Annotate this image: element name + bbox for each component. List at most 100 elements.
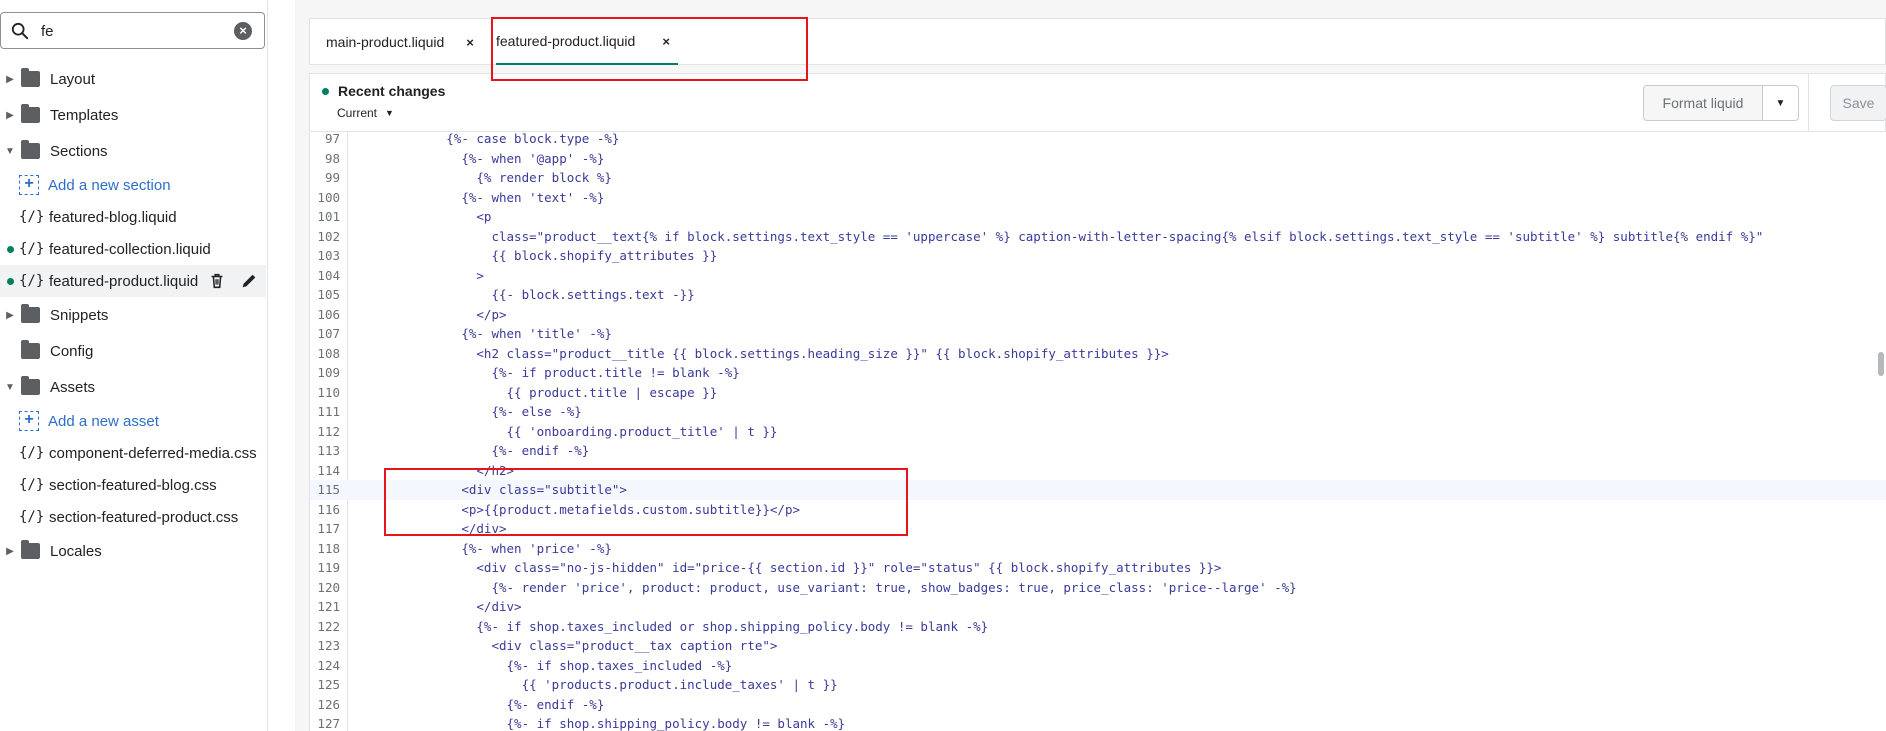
code-line[interactable]: 110 {{ product.title | escape }} [310,383,1886,403]
code-line[interactable]: 104 > [310,266,1886,286]
code-editor[interactable]: 97 {%- case block.type -%} 98 {%- when '@… [309,131,1886,731]
code-line[interactable]: 125 {{ 'products.product.include_taxes' … [310,675,1886,695]
search-field[interactable]: × [0,12,265,49]
code-line[interactable]: 99 {% render block %} [310,168,1886,188]
file-item[interactable]: {/} featured-collection.liquid [0,233,266,265]
folder-label: Templates [50,106,119,124]
code-text: {% render block %} [356,170,612,185]
folder-snippets[interactable]: ▶ Snippets [0,299,266,331]
code-line[interactable]: 120 {%- render 'price', product: product… [310,578,1886,598]
code-line[interactable]: 124 {%- if shop.taxes_included -%} [310,656,1886,676]
code-line[interactable]: 114 </h2> [310,461,1886,481]
line-number: 107 [317,326,340,341]
line-number: 112 [317,423,340,439]
add-file-icon: + [19,411,39,431]
folder-sections[interactable]: ▼ Sections [0,135,266,167]
file-label: featured-blog.liquid [49,208,177,226]
code-text: {%- if shop.taxes_included -%} [356,657,733,673]
code-line[interactable]: 112 {{ 'onboarding.product_title' | t }} [310,422,1886,442]
code-line[interactable]: 101 <p [310,207,1886,227]
code-line[interactable]: 100 {%- when 'text' -%} [310,188,1886,208]
editor-header: Recent changes Current ▼ Format liquid ▼… [309,73,1886,132]
status-dot [322,87,329,95]
line-number: 126 [317,696,340,712]
file-item[interactable]: {/} featured-blog.liquid [0,201,266,233]
line-number: 104 [317,267,340,283]
code-line[interactable]: 102 class="product__text{% if block.sett… [310,227,1886,247]
code-line[interactable]: 123 <div class="product__tax caption rte… [310,636,1886,656]
line-number: 125 [317,677,340,692]
close-icon[interactable]: × [466,35,474,50]
code-line[interactable]: 98 {%- when '@app' -%} [310,149,1886,169]
code-line[interactable]: 105 {{- block.settings.text -}} [310,285,1886,305]
line-number: 97 [324,131,340,146]
code-line[interactable]: 121 </div> [310,597,1886,617]
code-line[interactable]: 116 <p>{{product.metafields.custom.subti… [310,500,1886,520]
code-line[interactable]: 127 {%- if shop.shipping_policy.body != … [310,714,1886,731]
file-item-active[interactable]: {/} featured-product.liquid [0,265,266,297]
clear-search-icon[interactable]: × [234,22,252,40]
code-line[interactable]: 113 {%- endif -%} [310,441,1886,461]
file-label: featured-product.liquid [49,272,199,290]
code-line[interactable]: 111 {%- else -%} [310,402,1886,422]
line-number: 106 [317,306,340,322]
file-item[interactable]: {/} component-deferred-media.css [0,437,266,469]
tab-featured-product[interactable]: featured-product.liquid × [496,19,678,65]
chevron-right-icon: ▶ [6,309,14,321]
chevron-down-icon: ▼ [5,381,15,393]
version-select[interactable]: Current ▼ [337,106,394,120]
folder-label: Locales [50,542,102,560]
scrollbar-thumb[interactable] [1878,352,1884,376]
folder-config[interactable]: Config [0,335,266,367]
chevron-right-icon: ▶ [6,109,14,121]
add-section-label: Add a new section [48,176,171,194]
code-text: {%- endif -%} [356,443,590,458]
code-line[interactable]: 109 {%- if product.title != blank -%} [310,363,1886,383]
tab-main-product[interactable]: main-product.liquid × [326,19,474,65]
save-button[interactable]: Save [1830,85,1886,121]
folder-layout[interactable]: ▶ Layout [0,63,266,95]
line-number: 115 [317,482,340,497]
code-line[interactable]: 117 </div> [310,519,1886,539]
folder-icon [21,68,40,87]
code-text: {%- when 'text' -%} [356,189,605,205]
folder-icon [21,376,40,395]
folder-assets[interactable]: ▼ Assets [0,371,266,403]
add-asset-label: Add a new asset [48,412,159,430]
line-number: 116 [317,501,340,517]
code-line[interactable]: 97 {%- case block.type -%} [310,131,1886,149]
code-line[interactable]: 103 {{ block.shopify_attributes }} [310,246,1886,266]
code-text: {%- render 'price', product: product, us… [356,579,1297,595]
recent-changes: Recent changes [322,83,445,99]
line-number: 118 [317,540,340,556]
file-item[interactable]: {/} section-featured-blog.css [0,469,266,501]
add-section-link[interactable]: + Add a new section [0,169,266,201]
file-item[interactable]: {/} section-featured-product.css [0,501,266,533]
liquid-file-icon: {/} [19,209,45,225]
folder-locales[interactable]: ▶ Locales [0,535,266,567]
code-text: </h2> [356,462,515,478]
format-dropdown-button[interactable]: ▼ [1762,85,1799,121]
line-number: 113 [317,443,340,458]
modified-indicator [0,245,20,253]
line-number: 119 [317,560,340,575]
css-file-icon: {/} [19,477,45,493]
code-line[interactable]: 126 {%- endif -%} [310,695,1886,715]
pencil-icon[interactable] [240,271,258,291]
folder-label: Snippets [50,306,109,324]
code-line[interactable]: 106 </p> [310,305,1886,325]
code-line[interactable]: 119 <div class="no-js-hidden" id="price-… [310,558,1886,578]
folder-icon [21,140,40,159]
folder-templates[interactable]: ▶ Templates [0,99,266,131]
code-line[interactable]: 107 {%- when 'title' -%} [310,324,1886,344]
search-input[interactable] [41,21,221,41]
line-number: 110 [317,384,340,400]
code-line[interactable]: 118 {%- when 'price' -%} [310,539,1886,559]
code-line[interactable]: 108 <h2 class="product__title {{ block.s… [310,344,1886,364]
trash-icon[interactable] [208,271,226,291]
close-icon[interactable]: × [662,34,670,49]
code-line[interactable]: 115 <div class="subtitle"> [310,480,1886,500]
format-liquid-button[interactable]: Format liquid [1643,85,1763,121]
add-asset-link[interactable]: + Add a new asset [0,405,266,437]
code-line[interactable]: 122 {%- if shop.taxes_included or shop.s… [310,617,1886,637]
